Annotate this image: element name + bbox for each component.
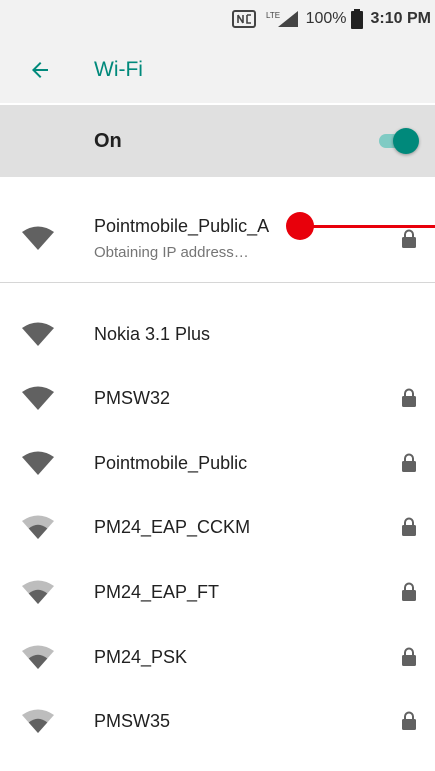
lock-icon bbox=[402, 711, 416, 730]
wifi-signal-medium-icon bbox=[22, 515, 54, 539]
network-name: PM24_EAP_CCKM bbox=[94, 517, 251, 537]
lock-icon bbox=[402, 647, 416, 666]
wifi-signal-full-icon bbox=[22, 322, 54, 346]
network-item[interactable]: Nokia 3.1 Plus bbox=[0, 302, 435, 366]
status-bar: LTE 100% 3:10 PM bbox=[0, 0, 435, 37]
network-name: PM24_EAP_FT bbox=[94, 582, 220, 602]
network-item[interactable]: PM24_PSK bbox=[0, 625, 435, 689]
network-name: PM24_PSK bbox=[94, 647, 188, 667]
network-name: PMSW35 bbox=[94, 711, 171, 731]
network-item[interactable]: PMSW35 bbox=[0, 689, 435, 753]
wifi-switch[interactable] bbox=[377, 127, 419, 155]
lte-signal-icon: LTE bbox=[266, 10, 300, 28]
network-name: Pointmobile_Public bbox=[94, 453, 248, 473]
app-bar: Wi-Fi bbox=[0, 37, 435, 103]
page-title: Wi-Fi bbox=[94, 58, 143, 81]
back-button[interactable] bbox=[12, 42, 68, 98]
lock-icon bbox=[402, 453, 416, 472]
network-item[interactable]: Pointmobile_Public bbox=[0, 431, 435, 495]
arrow-back-icon bbox=[32, 62, 48, 78]
annotation-marker-dot bbox=[286, 212, 314, 240]
nfc-icon bbox=[231, 9, 256, 28]
wifi-signal-full-icon bbox=[22, 226, 54, 250]
svg-text:LTE: LTE bbox=[266, 11, 280, 20]
lock-icon bbox=[402, 229, 416, 248]
divider bbox=[0, 282, 435, 283]
lock-icon bbox=[402, 388, 416, 407]
switch-thumb bbox=[393, 128, 419, 154]
lock-icon bbox=[402, 517, 416, 536]
toggle-label: On bbox=[94, 129, 122, 152]
network-item[interactable]: PMSW32 bbox=[0, 366, 435, 430]
network-name: Pointmobile_Public_A bbox=[94, 216, 270, 236]
network-status: Obtaining IP address… bbox=[94, 244, 249, 261]
clock: 3:10 PM bbox=[370, 9, 431, 27]
lock-icon bbox=[402, 582, 416, 601]
battery-percent: 100% bbox=[305, 9, 347, 27]
battery-icon bbox=[350, 8, 363, 29]
network-item[interactable]: PM24_EAP_FT bbox=[0, 560, 435, 624]
annotation-marker-line bbox=[312, 225, 435, 228]
wifi-signal-medium-icon bbox=[22, 645, 54, 669]
wifi-signal-full-icon bbox=[22, 386, 54, 410]
network-item[interactable]: PM24_EAP_CCKM bbox=[0, 495, 435, 559]
network-name: PMSW32 bbox=[94, 388, 171, 408]
wifi-signal-full-icon bbox=[22, 451, 54, 475]
wifi-master-toggle[interactable]: On bbox=[0, 105, 435, 177]
network-name: Nokia 3.1 Plus bbox=[94, 324, 211, 344]
wifi-signal-medium-icon bbox=[22, 580, 54, 604]
network-item[interactable]: Pointmobile_Public_A Obtaining IP addres… bbox=[0, 183, 435, 281]
wifi-signal-medium-icon bbox=[22, 709, 54, 733]
